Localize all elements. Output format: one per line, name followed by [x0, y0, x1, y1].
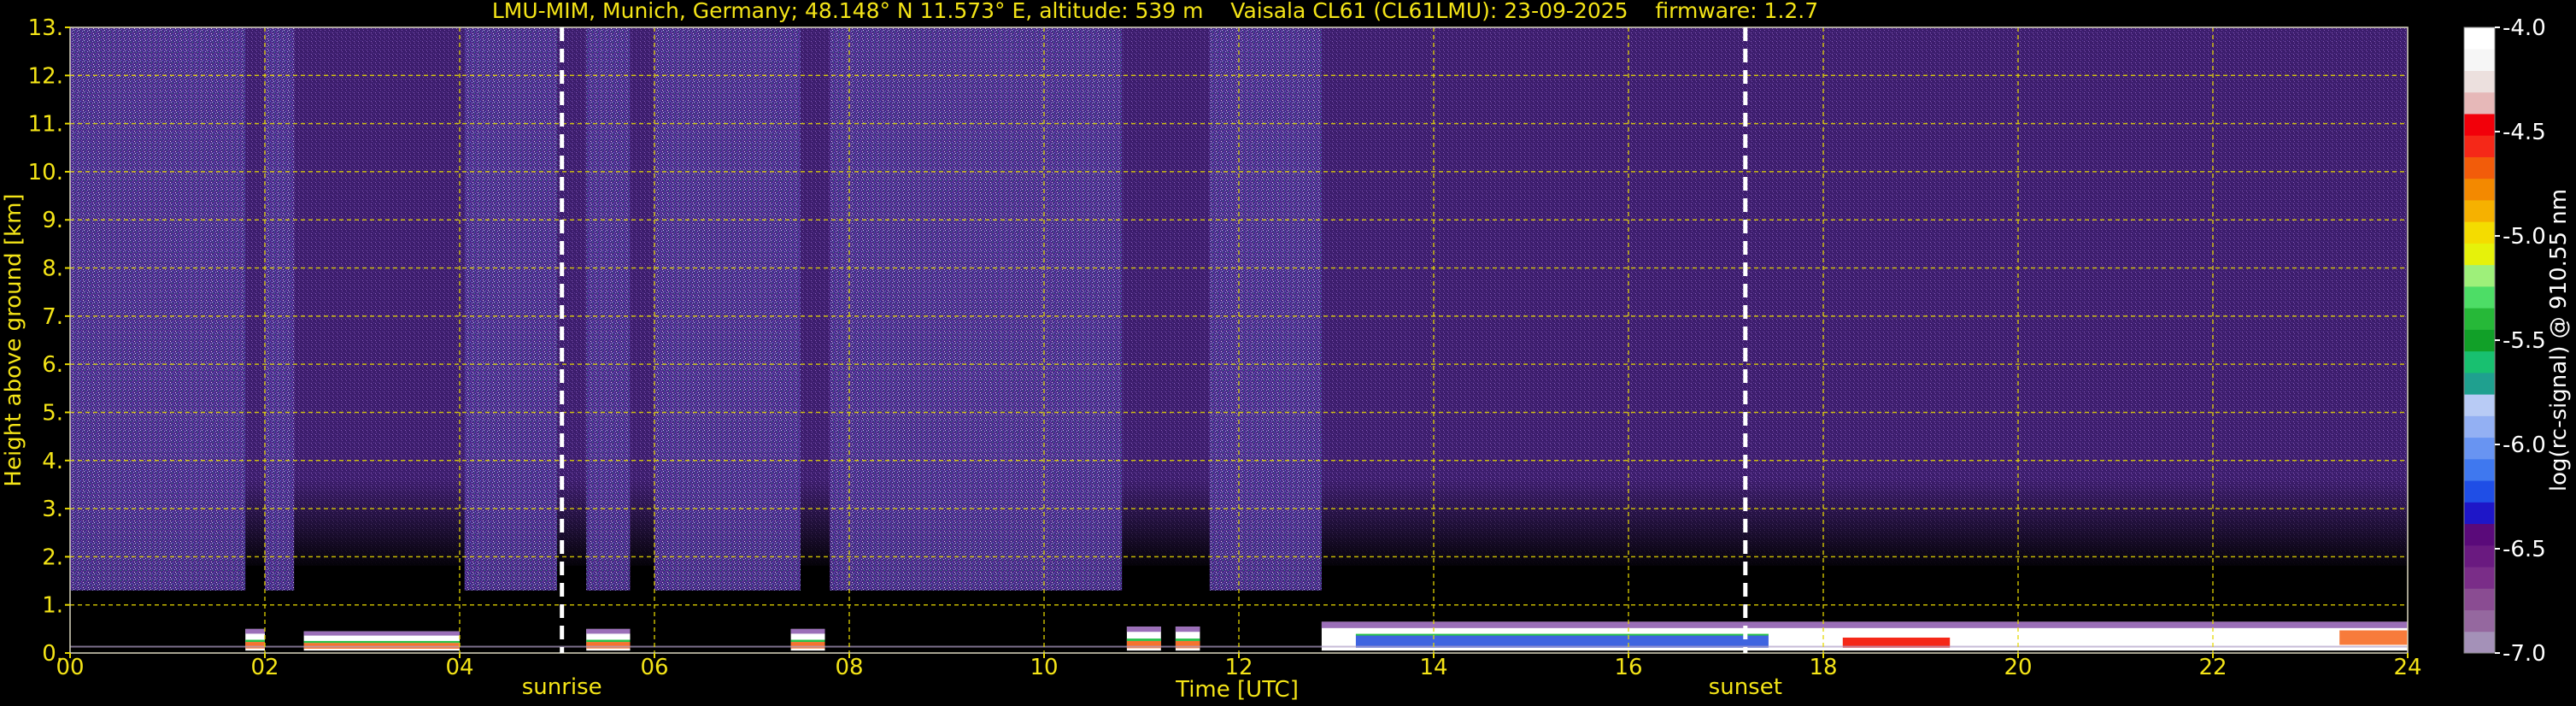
dense-noise-period — [464, 27, 557, 591]
colorbar-segment — [2464, 609, 2495, 632]
colorbar-tick-label: -5.5 — [2503, 328, 2546, 354]
layer-green-edge — [1355, 633, 1769, 636]
layer-top-edge — [586, 628, 631, 634]
layer-top-edge — [245, 628, 265, 634]
event-label-sunrise: sunrise — [522, 674, 602, 700]
colorbar-segment — [2464, 329, 2495, 352]
y-axis-label: Height above ground [km] — [1, 193, 26, 486]
colorbar-segment — [2464, 480, 2495, 503]
layer-top-edge — [1321, 621, 2408, 628]
x-tick-label: 18 — [1809, 655, 1837, 680]
colorbar-segment — [2464, 544, 2495, 568]
layer-top-edge — [1175, 627, 1200, 632]
colorbar-segment — [2464, 135, 2495, 157]
colorbar-tick-label: -7.0 — [2503, 641, 2546, 667]
colorbar-segment — [2464, 631, 2495, 654]
layer-top-edge — [1126, 627, 1161, 632]
y-tick-label: 12. — [28, 63, 63, 89]
colorbar-segment — [2464, 49, 2495, 71]
y-tick-label: 5. — [42, 400, 63, 426]
colorbar-segment — [2464, 458, 2495, 481]
colorbar-segment — [2464, 156, 2495, 179]
y-tick-label: 0. — [42, 641, 63, 667]
y-tick-label: 9. — [42, 208, 63, 233]
low-layer-segment — [303, 631, 460, 651]
colorbar-segment — [2464, 199, 2495, 222]
colorbar-segment — [2464, 178, 2495, 201]
layer-green-edge — [303, 640, 460, 644]
y-tick-label: 4. — [42, 449, 63, 474]
x-tick-label: 08 — [835, 655, 863, 680]
y-tick-label: 11. — [28, 112, 63, 138]
colorbar-segment — [2464, 221, 2495, 244]
colorbar-segment — [2464, 394, 2495, 416]
layer-top-edge — [790, 628, 825, 634]
colorbar-segment — [2464, 372, 2495, 395]
layer-top-edge — [303, 631, 460, 636]
colorbar-segment — [2464, 113, 2495, 136]
x-tick-label: 04 — [445, 655, 473, 680]
chart-title: LMU-MIM, Munich, Germany; 48.148° N 11.5… — [492, 0, 1818, 23]
dense-noise-period — [70, 27, 246, 591]
colorbar-segment — [2464, 27, 2495, 50]
colorbar-tick-label: -6.0 — [2503, 432, 2546, 458]
colorbar-tick-label: -4.5 — [2503, 120, 2546, 145]
colorbar: -7.0 -6.5 -6.0 -5.5 -5.0 -4.5 -4.0 — [2463, 15, 2546, 667]
y-tick-label: 8. — [42, 256, 63, 282]
y-tick-label: 2. — [42, 544, 63, 570]
x-tick-label: 16 — [1614, 655, 1642, 680]
y-axis-ticks: 0. 1. 2. 3. 4. 5. 6. 7. 8. 9. 10. 11. 12. 13. — [28, 15, 70, 667]
colorbar-segment — [2464, 523, 2495, 546]
colorbar-label: log(rc-signal) @ 910.55 nm — [2546, 189, 2572, 491]
colorbar-segment — [2464, 567, 2495, 589]
colorbar-segment — [2464, 415, 2495, 438]
colorbar-segment — [2464, 264, 2495, 287]
x-axis-label: Time [UTC] — [1175, 677, 1299, 703]
dense-noise-period — [586, 27, 631, 591]
layer-green-edge — [1126, 638, 1161, 641]
colorbar-segment — [2464, 308, 2495, 330]
x-tick-label: 06 — [640, 655, 668, 680]
dense-noise-period — [654, 27, 801, 591]
layer-orange-patch — [2339, 630, 2408, 645]
x-tick-label: 14 — [1419, 655, 1447, 680]
layer-green-edge — [1175, 638, 1200, 641]
layer-green-edge — [245, 639, 265, 643]
colorbar-segment — [2464, 285, 2495, 309]
layer-blue-core — [1355, 634, 1769, 648]
x-tick-label: 22 — [2198, 655, 2227, 680]
y-tick-label: 1. — [42, 593, 63, 619]
colorbar-tick-label: -5.0 — [2503, 224, 2546, 250]
x-tick-label: 10 — [1030, 655, 1058, 680]
y-tick-label: 3. — [42, 497, 63, 522]
dense-noise-period — [1209, 27, 1322, 591]
layer-green-edge — [586, 639, 631, 643]
x-tick-label: 24 — [2393, 655, 2421, 680]
x-tick-label: 20 — [2004, 655, 2032, 680]
colorbar-segment — [2464, 588, 2495, 611]
colorbar-segment — [2464, 350, 2495, 374]
dense-noise-period — [830, 27, 1123, 591]
y-tick-label: 10. — [28, 160, 63, 185]
layer-green-edge — [790, 639, 825, 643]
event-label-sunset: sunset — [1709, 674, 1782, 700]
colorbar-segment — [2464, 437, 2495, 460]
colorbar-segment — [2464, 70, 2495, 93]
colorbar-tick-label: -4.0 — [2503, 15, 2546, 41]
dense-noise-period — [265, 27, 295, 591]
ceilometer-chart: sunrise sunset 00 02 04 06 08 10 12 14 16 18 20 22 24… — [1, 0, 2572, 703]
colorbar-tick-label: -6.5 — [2503, 537, 2546, 562]
colorbar-segment — [2464, 502, 2495, 525]
y-tick-label: 13. — [28, 15, 63, 41]
y-tick-label: 6. — [42, 352, 63, 378]
colorbar-segment — [2464, 91, 2495, 115]
x-tick-label: 02 — [250, 655, 279, 680]
colorbar-segment — [2464, 243, 2495, 266]
y-tick-label: 7. — [42, 304, 63, 330]
